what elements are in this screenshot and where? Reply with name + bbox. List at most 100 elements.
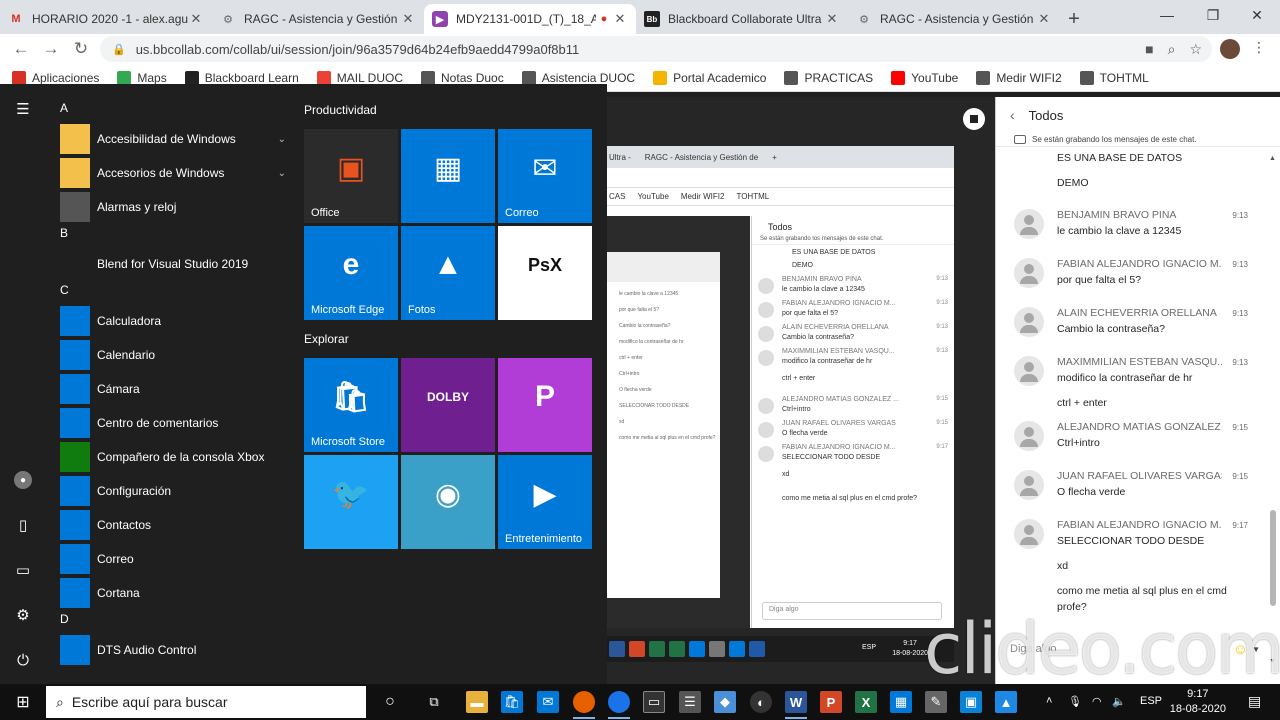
chevron-down-icon[interactable]: ⌄: [278, 134, 286, 145]
steam-icon[interactable]: ◐: [750, 691, 772, 713]
app-icon[interactable]: ▣: [960, 691, 982, 713]
app-list-item[interactable]: Configuración: [60, 476, 290, 506]
volume-icon[interactable]: 🔈: [1112, 695, 1126, 708]
close-icon[interactable]: ✕: [1036, 11, 1052, 27]
close-icon[interactable]: ✕: [188, 11, 204, 27]
chevron-left-icon[interactable]: ‹: [1010, 107, 1015, 123]
language-indicator[interactable]: ESP: [1140, 695, 1162, 707]
gear-icon[interactable]: ⚙: [8, 600, 38, 630]
scroll-up-icon[interactable]: ▲: [1269, 155, 1276, 162]
app-icon[interactable]: ☰: [679, 691, 701, 713]
tile-entertainment[interactable]: ▶ Entretenimiento: [498, 455, 592, 549]
documents-icon[interactable]: ▯: [8, 510, 38, 540]
bookmark-item[interactable]: MAIL DUOC: [316, 70, 403, 85]
task-view-icon[interactable]: ⧉: [423, 691, 445, 713]
tab-ragc-2[interactable]: ⚙ RAGC - Asistencia y Gestión de ✕: [848, 4, 1060, 34]
tab-mdy2131[interactable]: ▶ MDY2131-001D_(T)_18_AG ● ✕: [424, 4, 636, 34]
tile-fish-game[interactable]: ◉: [401, 455, 495, 549]
bookmark-item[interactable]: Medir WIFI2: [976, 70, 1062, 85]
user-icon[interactable]: ●: [8, 465, 38, 495]
tab-blackboard[interactable]: Bb Blackboard Collaborate Ultra - ✕: [636, 4, 848, 34]
app-list-item[interactable]: Centro de comentarios: [60, 408, 290, 438]
mail-icon[interactable]: ✉: [537, 691, 559, 713]
bookmark-item[interactable]: Aplicaciones: [12, 70, 99, 85]
star-icon[interactable]: ☆: [1189, 41, 1202, 58]
box-icon[interactable]: ◆: [714, 691, 736, 713]
bookmark-item[interactable]: Portal Academico: [653, 70, 766, 85]
maximize-button[interactable]: ❐: [1190, 0, 1236, 30]
app-list-item[interactable]: DTS Audio Control: [60, 635, 290, 665]
windows-start-icon[interactable]: ⊞: [12, 691, 34, 713]
firefox-icon[interactable]: [573, 691, 595, 719]
section-letter[interactable]: B: [60, 226, 68, 240]
tile-office-apps[interactable]: ▦: [401, 129, 495, 223]
app-list-item[interactable]: Alarmas y reloj: [60, 192, 290, 222]
bookmark-item[interactable]: Asistencia DUOC: [521, 70, 635, 85]
app-list-item[interactable]: Correo: [60, 544, 290, 574]
powerpoint-icon[interactable]: P: [820, 691, 842, 713]
close-icon[interactable]: ✕: [824, 11, 840, 27]
calculator-icon[interactable]: ▦: [890, 691, 912, 713]
bookmark-item[interactable]: TOHTML: [1079, 70, 1149, 85]
bookmark-item[interactable]: Maps: [117, 70, 167, 85]
tile-edge[interactable]: e Microsoft Edge: [304, 226, 398, 320]
app-list-item[interactable]: Accesorios de Windows ⌄: [60, 158, 290, 188]
microphone-icon[interactable]: 🎙: [1068, 695, 1082, 708]
tile-twitter[interactable]: 🐦: [304, 455, 398, 549]
chrome-icon[interactable]: [608, 691, 630, 719]
app-list-item[interactable]: Blend for Visual Studio 2019: [60, 249, 290, 279]
app-list-item[interactable]: Cortana: [60, 578, 290, 608]
app-list-item[interactable]: Cámara: [60, 374, 290, 404]
bookmark-item[interactable]: Blackboard Learn: [184, 70, 299, 85]
app-list-item[interactable]: Accesibilidad de Windows ⌄: [60, 124, 290, 154]
notifications-icon[interactable]: ▤: [1248, 693, 1261, 710]
app-list-item[interactable]: Compañero de la consola Xbox: [60, 442, 290, 472]
chat-scrollbar[interactable]: ▲ ▼: [1268, 155, 1278, 665]
forward-button[interactable]: →: [36, 35, 66, 63]
taskbar-search-input[interactable]: ⌕ Escribe aquí para buscar: [46, 686, 366, 718]
close-window-button[interactable]: ✕: [1234, 0, 1280, 30]
photos-icon[interactable]: ▲: [995, 691, 1017, 713]
reload-button[interactable]: ↻: [66, 35, 96, 63]
tile-mail[interactable]: ✉ Correo: [498, 129, 592, 223]
chevron-up-icon[interactable]: ˄: [1046, 695, 1052, 707]
store-icon[interactable]: 🛍: [501, 691, 523, 713]
file-explorer-icon[interactable]: ▬: [466, 691, 488, 713]
tile-store[interactable]: 🛍 Microsoft Store: [304, 358, 398, 452]
minimize-button[interactable]: —: [1144, 0, 1190, 30]
close-icon[interactable]: ✕: [400, 11, 416, 27]
zoom-icon[interactable]: ⌕: [1168, 41, 1176, 58]
tile-office[interactable]: ▣ Office: [304, 129, 398, 223]
avatar[interactable]: [1220, 39, 1240, 59]
tab-horario[interactable]: M HORARIO 2020 -1 - alex.aguile ✕: [0, 4, 212, 34]
settings-app-icon[interactable]: ✎: [925, 691, 947, 713]
app-list-item[interactable]: Calculadora: [60, 306, 290, 336]
excel-icon[interactable]: X: [855, 691, 877, 713]
section-letter[interactable]: D: [60, 612, 69, 626]
url-input[interactable]: 🔒 us.bbcollab.com/collab/ui/session/join…: [100, 36, 1212, 62]
close-icon[interactable]: ✕: [612, 11, 628, 27]
record-button[interactable]: [963, 108, 985, 130]
menu-icon[interactable]: ⋮: [1252, 39, 1266, 56]
tab-ragc-1[interactable]: ⚙ RAGC - Asistencia y Gestión de ✕: [212, 4, 424, 34]
app-list-item[interactable]: Calendario: [60, 340, 290, 370]
word-icon[interactable]: W: [785, 691, 807, 719]
hamburger-icon[interactable]: ☰: [8, 94, 38, 124]
scroll-thumb[interactable]: [1270, 510, 1276, 606]
terminal-icon[interactable]: ▭: [643, 691, 665, 713]
camera-icon[interactable]: ■: [1145, 41, 1153, 57]
back-button[interactable]: ←: [6, 35, 36, 63]
new-tab-button[interactable]: +: [1060, 4, 1088, 34]
power-icon[interactable]: ⏻: [8, 645, 38, 675]
chevron-down-icon[interactable]: ⌄: [278, 168, 286, 179]
clock[interactable]: 9:17 18-08-2020: [1170, 687, 1226, 717]
bookmark-item[interactable]: YouTube: [891, 70, 958, 85]
tile-picsart[interactable]: P: [498, 358, 592, 452]
tile-photos[interactable]: ▲ Fotos: [401, 226, 495, 320]
section-letter[interactable]: A: [60, 101, 68, 115]
tile-dolby[interactable]: DOLBY: [401, 358, 495, 452]
tile-psx[interactable]: PsX: [498, 226, 592, 320]
section-letter[interactable]: C: [60, 283, 69, 297]
wifi-icon[interactable]: ◠: [1092, 695, 1102, 708]
pictures-icon[interactable]: ▭: [8, 555, 38, 585]
